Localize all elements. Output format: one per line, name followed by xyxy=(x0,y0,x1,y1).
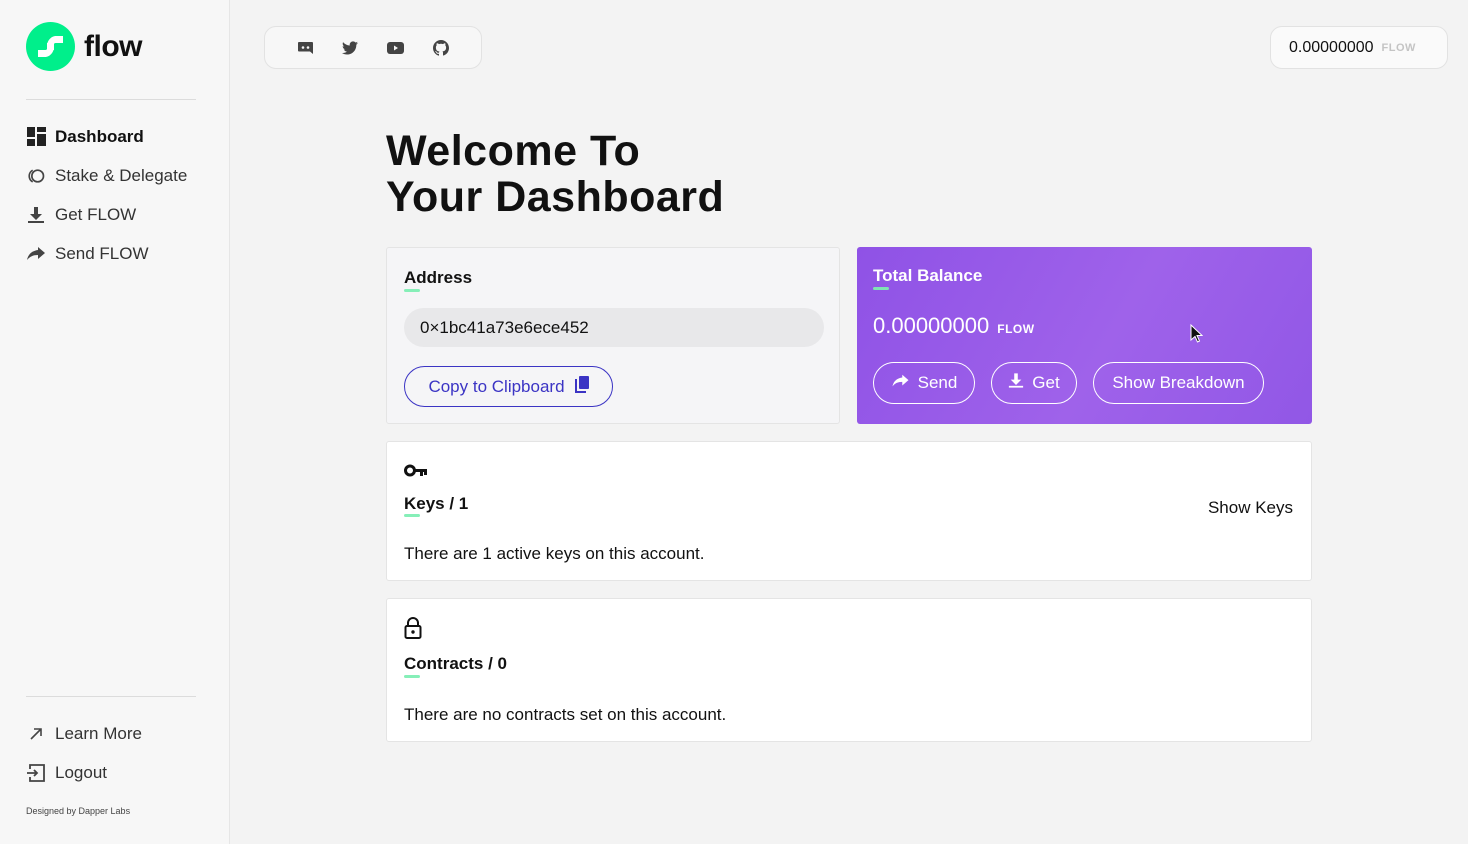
external-arrow-icon xyxy=(26,724,46,744)
twitter-icon[interactable] xyxy=(337,34,365,62)
sidebar-bottom-nav: Learn More Logout xyxy=(26,714,216,792)
page-title-line1: Welcome To xyxy=(386,127,641,175)
sidebar-item-get-flow[interactable]: Get FLOW xyxy=(26,195,216,234)
youtube-icon[interactable] xyxy=(382,34,410,62)
sidebar-item-logout[interactable]: Logout xyxy=(26,753,216,792)
total-balance-underline xyxy=(873,287,889,290)
header-balance: 0.00000000 FLOW xyxy=(1270,26,1448,69)
dashboard-icon xyxy=(26,127,46,147)
header-balance-unit: FLOW xyxy=(1381,41,1416,54)
mouse-cursor-icon xyxy=(1190,323,1204,348)
total-balance-unit: FLOW xyxy=(997,322,1035,336)
total-balance-card: Total Balance 0.00000000 FLOW Send Get S… xyxy=(857,247,1312,424)
sidebar-item-learn-more[interactable]: Learn More xyxy=(26,714,216,753)
get-button-label: Get xyxy=(1032,373,1060,392)
sidebar-item-stake-delegate[interactable]: Stake & Delegate xyxy=(26,156,216,195)
keys-card: Keys / 1 Show Keys There are 1 active ke… xyxy=(386,441,1312,581)
stake-icon xyxy=(26,166,46,186)
sidebar-divider-top xyxy=(26,99,196,100)
page-title-line2: Your Dashboard xyxy=(386,173,725,221)
download-icon xyxy=(1008,372,1024,394)
address-card: Address 0×1bc41a73e6ece452 Copy to Clipb… xyxy=(386,247,840,424)
logout-icon xyxy=(26,763,46,783)
total-balance-value: 0.00000000 xyxy=(873,313,990,338)
contracts-description: There are no contracts set on this accou… xyxy=(404,705,727,724)
sidebar-nav: Dashboard Stake & Delegate Get FLOW Send… xyxy=(26,117,216,273)
download-icon xyxy=(26,205,46,225)
flow-logo-icon xyxy=(26,22,75,71)
show-keys-link[interactable]: Show Keys xyxy=(1208,498,1293,518)
sidebar-item-dashboard[interactable]: Dashboard xyxy=(26,117,216,156)
total-balance-label: Total Balance xyxy=(873,266,983,285)
github-icon[interactable] xyxy=(427,34,455,62)
keys-underline xyxy=(404,514,420,517)
discord-icon[interactable] xyxy=(292,34,320,62)
sidebar-item-label: Stake & Delegate xyxy=(55,165,188,185)
sidebar-item-send-flow[interactable]: Send FLOW xyxy=(26,234,216,273)
sidebar-item-label: Learn More xyxy=(55,723,142,743)
copy-to-clipboard-button[interactable]: Copy to Clipboard xyxy=(404,366,613,407)
contracts-label: Contracts / 0 xyxy=(404,654,507,673)
sidebar-divider-bottom xyxy=(26,696,196,697)
key-icon xyxy=(404,464,428,482)
sidebar-item-label: Get FLOW xyxy=(55,204,137,224)
copy-button-label: Copy to Clipboard xyxy=(428,376,565,396)
show-breakdown-button[interactable]: Show Breakdown xyxy=(1093,362,1264,404)
address-field[interactable]: 0×1bc41a73e6ece452 xyxy=(404,308,824,347)
sidebar-item-label: Send FLOW xyxy=(55,243,149,263)
total-balance-amount: 0.00000000 FLOW xyxy=(873,313,1035,339)
contracts-card: Contracts / 0 There are no contracts set… xyxy=(386,598,1312,742)
share-arrow-icon xyxy=(891,373,910,394)
social-links xyxy=(264,26,482,69)
flow-logo-text: flow xyxy=(84,29,143,63)
keys-label: Keys / 1 xyxy=(404,494,469,513)
lock-icon xyxy=(404,617,422,644)
header-balance-amount: 0.00000000 xyxy=(1289,38,1374,56)
sidebar-item-label: Logout xyxy=(55,762,107,782)
share-arrow-icon xyxy=(26,244,46,264)
flow-logo[interactable]: flow xyxy=(26,22,143,71)
page-title: Welcome To Your Dashboard xyxy=(386,128,724,220)
send-button-label: Send xyxy=(917,373,958,392)
sidebar-item-label: Dashboard xyxy=(55,126,144,146)
contracts-underline xyxy=(404,675,420,678)
credit-text: Designed by Dapper Labs xyxy=(26,806,131,816)
get-button[interactable]: Get xyxy=(991,362,1077,404)
send-button[interactable]: Send xyxy=(873,362,975,404)
address-label: Address xyxy=(404,268,473,287)
show-breakdown-label: Show Breakdown xyxy=(1112,373,1245,392)
address-underline xyxy=(404,289,420,292)
keys-description: There are 1 active keys on this account. xyxy=(404,544,705,563)
sidebar: flow Dashboard Stake & Delegate Get FLOW xyxy=(0,0,230,844)
clipboard-icon xyxy=(574,375,589,398)
